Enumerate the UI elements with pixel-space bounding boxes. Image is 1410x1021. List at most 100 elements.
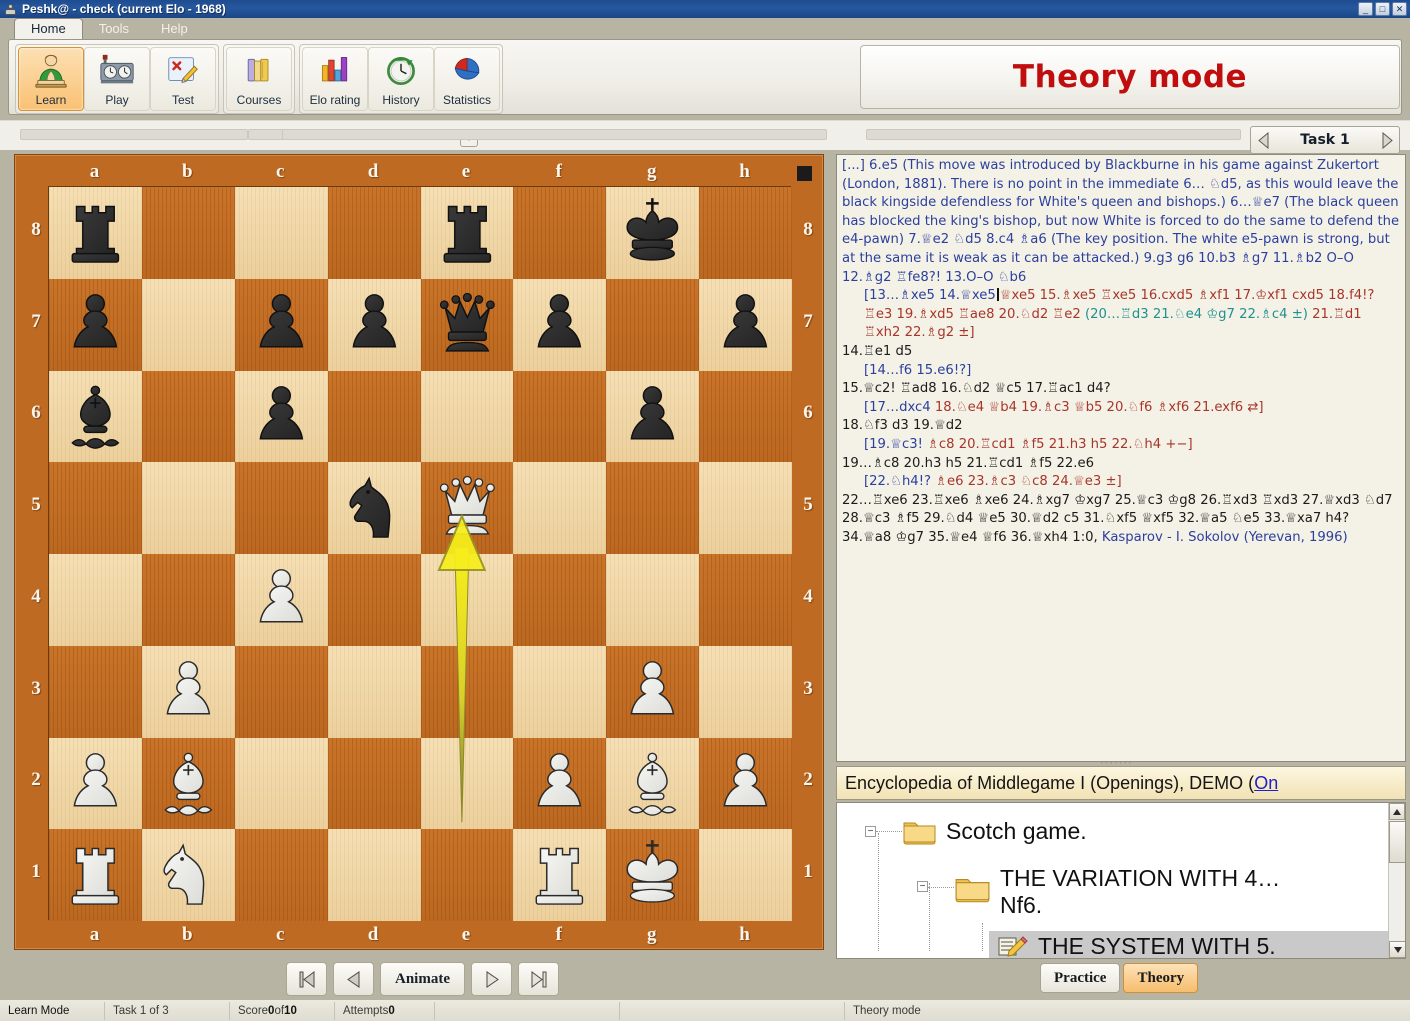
last-move-button[interactable] <box>518 962 559 996</box>
piece-black-pawn-a7[interactable] <box>49 279 142 371</box>
board-square-d4[interactable] <box>327 554 421 646</box>
notation-line[interactable]: [14…f6 15.e6!?] <box>842 362 1401 381</box>
board-square-e2[interactable] <box>420 737 514 830</box>
piece-black-pawn-h7[interactable] <box>699 279 792 371</box>
notation-panel[interactable]: [...] 6.e5 (This move was introduced by … <box>836 154 1406 762</box>
piece-white-knight-b1[interactable] <box>142 829 235 921</box>
splitter-handle-left[interactable] <box>20 129 248 140</box>
tree-node-system-selected[interactable]: THE SYSTEM WITH 5. <box>989 931 1389 958</box>
board-square-b4[interactable] <box>141 554 235 646</box>
board-square-c2[interactable] <box>234 737 328 830</box>
board-square-e4[interactable] <box>420 554 514 646</box>
piece-black-pawn-c6[interactable] <box>235 371 328 463</box>
next-move-button[interactable] <box>471 962 512 996</box>
chess-board-panel[interactable]: a a b b c c d d e e f f g g h h 8 8 7 7 6 6 5 5 4 4 3 3 2 2 1 1 <box>14 154 824 950</box>
piece-white-pawn-b3[interactable] <box>142 646 235 738</box>
board-square-d8[interactable] <box>327 187 421 279</box>
animate-button[interactable]: Animate <box>380 962 465 996</box>
tab-tools[interactable]: Tools <box>83 19 145 40</box>
piece-black-pawn-g6[interactable] <box>606 371 699 463</box>
piece-black-rook-a8[interactable] <box>49 187 142 279</box>
board-square-b8[interactable] <box>141 187 235 279</box>
piece-black-bishop-a6[interactable] <box>49 371 142 463</box>
board-square-h4[interactable] <box>699 554 792 646</box>
tree-scroll-up-button[interactable] <box>1389 803 1405 820</box>
board-square-b6[interactable] <box>141 370 235 463</box>
task-prev-button[interactable] <box>1251 127 1277 153</box>
board-square-f4[interactable] <box>513 554 607 646</box>
practice-button[interactable]: Practice <box>1040 963 1121 993</box>
board-square-f6[interactable] <box>513 370 607 463</box>
board-square-d3[interactable] <box>327 645 421 738</box>
board-square-g4[interactable] <box>606 554 700 646</box>
maximize-button[interactable]: □ <box>1375 2 1390 16</box>
board-square-c3[interactable] <box>234 645 328 738</box>
course-link[interactable]: On <box>1254 773 1278 794</box>
notation-line[interactable]: 19…♗c8 20.h3 h5 21.♖cd1 ♗f5 22.e6 <box>842 455 1401 474</box>
theory-button[interactable]: Theory <box>1123 963 1199 993</box>
board-square-h5[interactable] <box>699 462 792 554</box>
notation-line[interactable]: 22…♖xe6 23.♖xe6 ♗xe6 24.♗xg7 ♔xg7 25.♕c3… <box>842 492 1401 548</box>
tree-scroll-thumb[interactable] <box>1389 821 1405 863</box>
history-button[interactable]: History <box>368 47 434 111</box>
piece-black-pawn-f7[interactable] <box>513 279 606 371</box>
elo-rating-button[interactable]: Elo rating <box>302 47 368 111</box>
splitter-handle-mid[interactable] <box>282 129 827 140</box>
board-square-f8[interactable] <box>513 187 607 279</box>
board-square-e6[interactable] <box>420 370 514 463</box>
piece-black-king-g8[interactable] <box>606 187 699 279</box>
board-square-d1[interactable] <box>327 829 421 921</box>
piece-black-pawn-c7[interactable] <box>235 279 328 371</box>
piece-black-knight-d5[interactable] <box>328 462 421 554</box>
tree-scrollbar[interactable] <box>1388 803 1405 958</box>
prev-move-button[interactable] <box>333 962 374 996</box>
course-tree[interactable]: − Scotch game. − THE VARIATION WITH 4… N… <box>836 802 1406 959</box>
piece-white-king-g1[interactable] <box>606 829 699 921</box>
test-button[interactable]: Test <box>150 47 216 111</box>
first-move-button[interactable] <box>286 962 327 996</box>
board-square-d6[interactable] <box>327 370 421 463</box>
board-square-c5[interactable] <box>234 462 328 554</box>
piece-black-queen-e7[interactable] <box>421 279 514 371</box>
piece-white-rook-f1[interactable] <box>513 829 606 921</box>
splitter-handle-right[interactable] <box>866 129 1241 140</box>
board-square-f3[interactable] <box>513 645 607 738</box>
piece-white-pawn-g3[interactable] <box>606 646 699 738</box>
board-square-c1[interactable] <box>234 829 328 921</box>
notation-line[interactable]: 15.♕c2! ♖ad8 16.♘d2 ♕c5 17.♖ac1 d4? <box>842 380 1401 399</box>
board-square-a4[interactable] <box>49 554 142 646</box>
board-square-h6[interactable] <box>699 370 792 463</box>
statistics-button[interactable]: Statistics <box>434 47 500 111</box>
piece-white-pawn-c4[interactable] <box>235 554 328 646</box>
piece-white-pawn-f2[interactable] <box>513 738 606 830</box>
board-square-f5[interactable] <box>513 462 607 554</box>
board-square-b7[interactable] <box>141 278 235 371</box>
piece-black-rook-e8[interactable] <box>421 187 514 279</box>
tree-expander[interactable]: − <box>917 881 928 892</box>
piece-white-pawn-h2[interactable] <box>699 738 792 830</box>
notation-line[interactable]: [...] 6.e5 (This move was introduced by … <box>842 157 1401 287</box>
learn-button[interactable]: Learn <box>18 47 84 111</box>
board-square-e3[interactable] <box>420 645 514 738</box>
notation-line[interactable]: [19.♕c3! ♗c8 20.♖cd1 ♗f5 21.h3 h5 22.♘h4… <box>842 436 1401 455</box>
piece-white-queen-e5[interactable] <box>421 462 514 554</box>
notation-line[interactable]: [17…dxc4 18.♘e4 ♕b4 19.♗c3 ♕b5 20.♘f6 ♗x… <box>842 399 1401 418</box>
board-square-a5[interactable] <box>49 462 142 554</box>
board-square-h8[interactable] <box>699 187 792 279</box>
piece-white-bishop-g2[interactable] <box>606 738 699 830</box>
tree-expander[interactable]: − <box>865 825 876 837</box>
piece-white-pawn-a2[interactable] <box>49 738 142 830</box>
board-square-g7[interactable] <box>606 278 700 371</box>
board-square-a3[interactable] <box>49 645 142 738</box>
tab-home[interactable]: Home <box>14 18 83 40</box>
board-square-g5[interactable] <box>606 462 700 554</box>
notation-line[interactable]: 14.♖e1 d5 <box>842 343 1401 362</box>
chess-board[interactable] <box>48 186 792 921</box>
board-square-d2[interactable] <box>327 737 421 830</box>
tree-scroll-down-button[interactable] <box>1389 941 1405 958</box>
piece-white-rook-a1[interactable] <box>49 829 142 921</box>
board-square-e1[interactable] <box>420 829 514 921</box>
piece-white-bishop-b2[interactable] <box>142 738 235 830</box>
piece-black-pawn-d7[interactable] <box>328 279 421 371</box>
notation-line[interactable]: [13…♗xe5 14.♕xe5 ♕xe5 15.♗xe5 ♖xe5 16.cxd… <box>842 287 1401 343</box>
